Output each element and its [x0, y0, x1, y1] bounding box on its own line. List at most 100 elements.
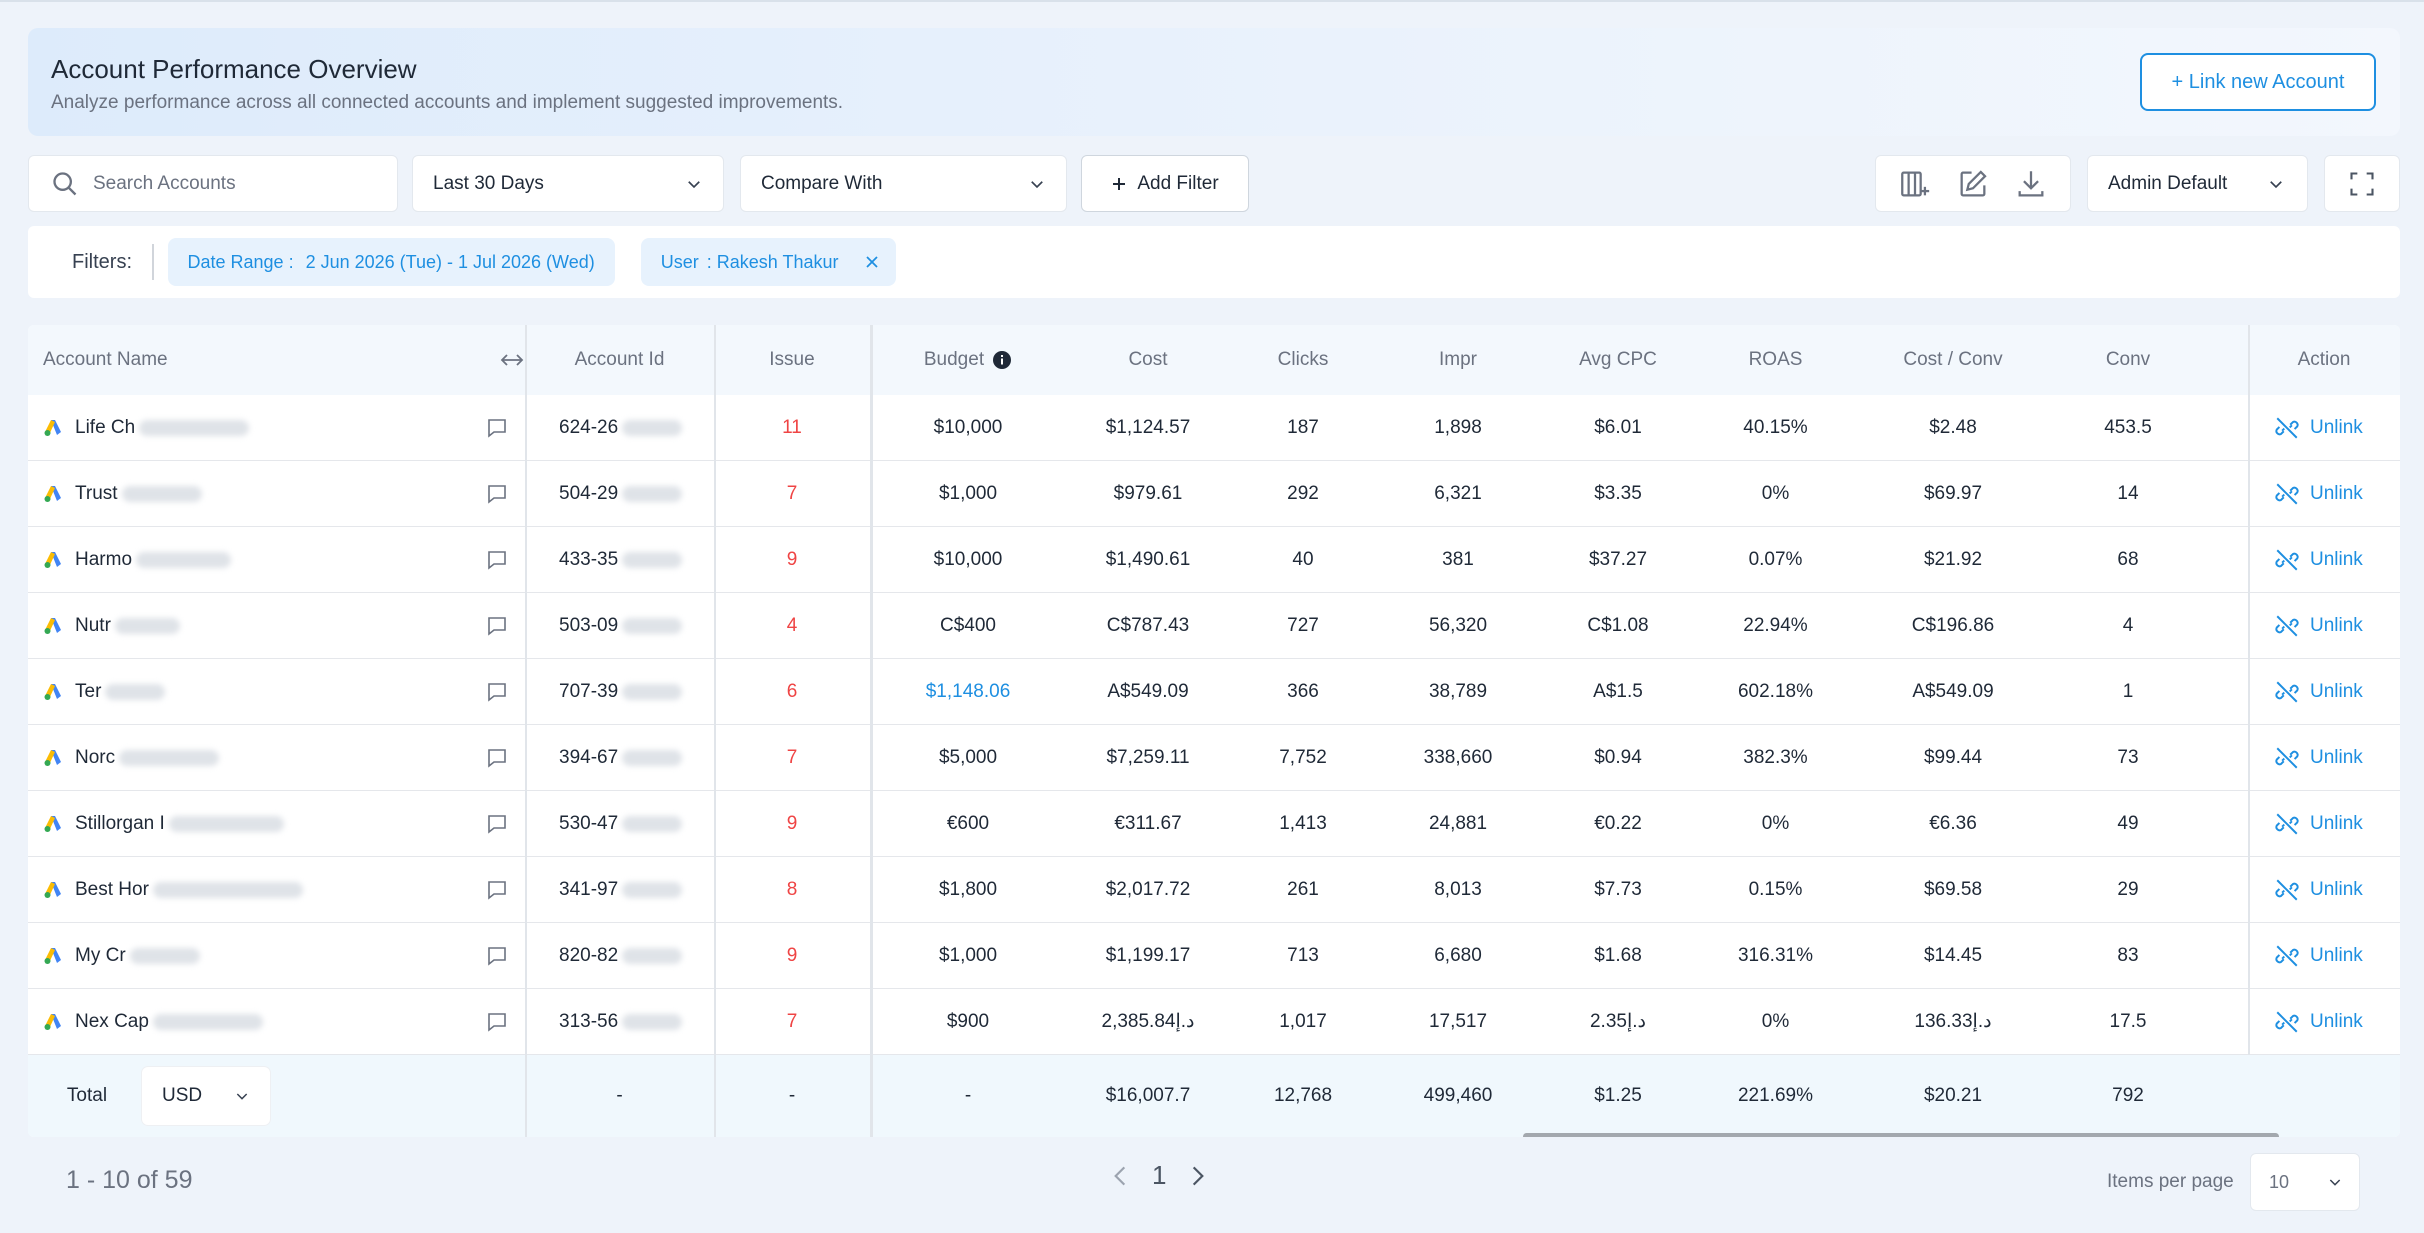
- fullscreen-button[interactable]: [2324, 155, 2400, 212]
- items-per-page-dropdown[interactable]: 10: [2250, 1153, 2360, 1211]
- column-header-label: Impr: [1439, 349, 1477, 370]
- table-row[interactable]: Ter 707-39 6 $1,148.06 A$549.09 366 38,789 A$1.…: [28, 659, 2400, 725]
- google-ads-icon: [43, 418, 63, 438]
- current-page[interactable]: 1: [1152, 1160, 1166, 1191]
- columns-add-icon[interactable]: [1898, 167, 1932, 201]
- column-header-account-name[interactable]: Account Name: [28, 325, 525, 395]
- cell-conv: 29: [2048, 857, 2208, 922]
- comment-icon[interactable]: [485, 989, 509, 1054]
- column-header-clicks[interactable]: Clicks: [1233, 325, 1373, 395]
- issue-value[interactable]: 7: [787, 483, 798, 505]
- comment-icon[interactable]: [485, 461, 509, 526]
- link-new-account-button[interactable]: + Link new Account: [2140, 53, 2376, 111]
- account-name-text[interactable]: Harmo: [75, 549, 132, 571]
- account-name-text[interactable]: Nex Cap: [75, 1011, 149, 1033]
- cell-action[interactable]: Unlink: [2248, 395, 2400, 460]
- chevron-down-icon: [2270, 180, 2282, 188]
- chevron-left-icon[interactable]: [1110, 1163, 1130, 1189]
- account-name-text[interactable]: Ter: [75, 681, 101, 703]
- table-row[interactable]: Nex Cap 313-56 7 $900 2,385.84د.إ 1,017 17,517…: [28, 989, 2400, 1055]
- unlink-label: Unlink: [2310, 614, 2363, 636]
- table-row[interactable]: My Cr 820-82 9 $1,000 $1,199.17 713 6,680 $1.68…: [28, 923, 2400, 989]
- info-icon[interactable]: [992, 350, 1012, 370]
- unlink-label: Unlink: [2310, 944, 2363, 966]
- cell-impr: 381: [1373, 527, 1543, 592]
- issue-value[interactable]: 11: [782, 417, 802, 439]
- column-header-impr[interactable]: Impr: [1373, 325, 1543, 395]
- conv-value: 68: [2117, 548, 2139, 570]
- comment-icon[interactable]: [485, 395, 509, 460]
- filters-label: Filters:: [72, 250, 132, 273]
- cell-account-name: Norc: [28, 725, 525, 790]
- resize-handle-icon[interactable]: [499, 352, 525, 368]
- table-row[interactable]: Stillorgan I 530-47 9 €600 €311.67 1,413 24,88…: [28, 791, 2400, 857]
- cell-action[interactable]: Unlink: [2248, 527, 2400, 592]
- account-name-text[interactable]: Trust: [75, 483, 118, 505]
- add-filter-button[interactable]: Add Filter: [1081, 155, 1249, 212]
- column-header-cost-per-conv[interactable]: Cost / Conv: [1858, 325, 2048, 395]
- horizontal-scrollbar[interactable]: [1523, 1133, 2279, 1137]
- account-name-text[interactable]: Stillorgan I: [75, 813, 165, 835]
- cell-action[interactable]: Unlink: [2248, 593, 2400, 658]
- cell-action[interactable]: Unlink: [2248, 659, 2400, 724]
- cell-cost: €311.67: [1063, 791, 1233, 856]
- currency-dropdown[interactable]: USD: [142, 1067, 270, 1125]
- issue-value[interactable]: 9: [787, 549, 798, 571]
- table-row[interactable]: Harmo 433-35 9 $10,000 $1,490.61 40 381 $37.27 0…: [28, 527, 2400, 593]
- account-name-text[interactable]: My Cr: [75, 945, 126, 967]
- download-icon[interactable]: [2014, 167, 2048, 201]
- table-row[interactable]: Best Hor 341-97 8 $1,800 $2,017.72 261 8,013 $7…: [28, 857, 2400, 923]
- cell-action[interactable]: Unlink: [2248, 461, 2400, 526]
- column-header-action[interactable]: Action: [2248, 325, 2400, 395]
- unlink-icon: [2274, 613, 2300, 639]
- comment-icon[interactable]: [485, 923, 509, 988]
- issue-value[interactable]: 9: [787, 945, 798, 967]
- comment-icon[interactable]: [485, 857, 509, 922]
- table-row[interactable]: Trust 504-29 7 $1,000 $979.61 292 6,321 $3.35 0%…: [28, 461, 2400, 527]
- cell-account-name: Best Hor: [28, 857, 525, 922]
- issue-value[interactable]: 6: [787, 681, 798, 703]
- redacted-text: [622, 815, 683, 832]
- table-row[interactable]: Life Ch 624-26 11 $10,000 $1,124.57 187 1,898 $…: [28, 395, 2400, 461]
- comment-icon[interactable]: [485, 791, 509, 856]
- close-icon[interactable]: [864, 254, 880, 270]
- user-chip[interactable]: User : Rakesh Thakur: [640, 238, 897, 286]
- column-header-cost[interactable]: Cost: [1063, 325, 1233, 395]
- account-name-text[interactable]: Life Ch: [75, 417, 135, 439]
- column-header-roas[interactable]: ROAS: [1693, 325, 1858, 395]
- cell-action[interactable]: Unlink: [2248, 791, 2400, 856]
- cell-action[interactable]: Unlink: [2248, 989, 2400, 1054]
- comment-icon[interactable]: [485, 659, 509, 724]
- column-header-issue[interactable]: Issue: [714, 325, 870, 395]
- clicks-value: 1,413: [1279, 812, 1327, 834]
- column-header-conv[interactable]: Conv: [2048, 325, 2208, 395]
- column-header-account-id[interactable]: Account Id: [525, 325, 714, 395]
- account-name-text[interactable]: Norc: [75, 747, 115, 769]
- issue-value[interactable]: 8: [787, 879, 798, 901]
- comment-icon[interactable]: [485, 527, 509, 592]
- view-preset-dropdown[interactable]: Admin Default: [2087, 155, 2308, 212]
- date-range-dropdown[interactable]: Last 30 Days: [412, 155, 724, 212]
- issue-value[interactable]: 9: [787, 813, 798, 835]
- table-row[interactable]: Nutr 503-09 4 C$400 C$787.43 727 56,320 C$1.08 2…: [28, 593, 2400, 659]
- account-name-text[interactable]: Nutr: [75, 615, 111, 637]
- compare-with-dropdown[interactable]: Compare With: [740, 155, 1067, 212]
- date-range-chip[interactable]: Date Range : 2 Jun 2026 (Tue) - 1 Jul 20…: [167, 238, 615, 286]
- issue-value[interactable]: 7: [787, 747, 798, 769]
- chevron-right-icon[interactable]: [1188, 1163, 1208, 1189]
- cell-action[interactable]: Unlink: [2248, 725, 2400, 790]
- issue-value[interactable]: 7: [787, 1011, 798, 1033]
- cell-action[interactable]: Unlink: [2248, 923, 2400, 988]
- account-name-text[interactable]: Best Hor: [75, 879, 149, 901]
- issue-value[interactable]: 4: [787, 615, 798, 637]
- column-header-avg-cpc[interactable]: Avg CPC: [1543, 325, 1693, 395]
- table-row[interactable]: Norc 394-67 7 $5,000 $7,259.11 7,752 338,660 $0…: [28, 725, 2400, 791]
- budget-value[interactable]: $1,148.06: [926, 681, 1011, 703]
- edit-icon[interactable]: [1956, 167, 1990, 201]
- comment-icon[interactable]: [485, 593, 509, 658]
- cell-avg-cpc: $7.73: [1543, 857, 1693, 922]
- cell-action[interactable]: Unlink: [2248, 857, 2400, 922]
- comment-icon[interactable]: [485, 725, 509, 790]
- search-input[interactable]: Search Accounts: [28, 155, 398, 212]
- column-header-budget[interactable]: Budget: [873, 325, 1063, 395]
